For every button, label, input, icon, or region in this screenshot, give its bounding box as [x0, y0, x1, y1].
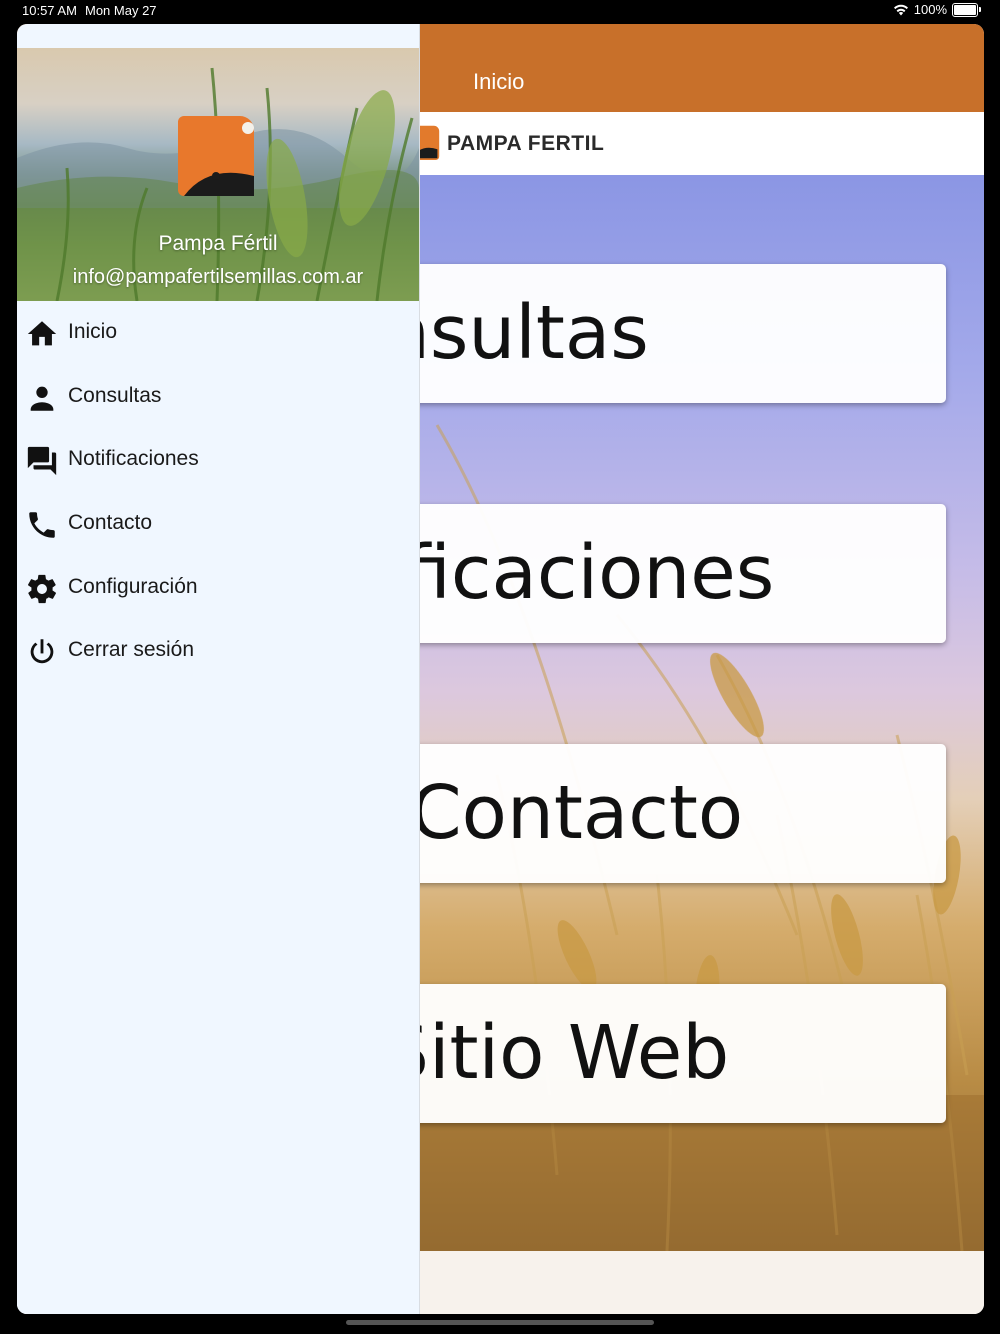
status-bar: 10:57 AM Mon May 27 100% — [0, 0, 1000, 22]
drawer-item-cerrar-sesion[interactable]: Cerrar sesión — [17, 619, 419, 683]
status-date: Mon May 27 — [85, 3, 157, 18]
drawer-item-contacto[interactable]: Contacto — [17, 492, 419, 556]
profile-email: info@pampafertilsemillas.com.ar — [72, 266, 364, 288]
navigation-drawer: Pampa Fértil info@pampafertilsemillas.co… — [17, 24, 420, 1314]
profile-logo-icon — [178, 116, 254, 196]
drawer-item-label: Cerrar sesión — [68, 638, 195, 662]
wifi-icon — [893, 4, 908, 15]
forum-icon — [27, 447, 57, 476]
card-label: Contacto — [410, 770, 744, 856]
drawer-item-notificaciones[interactable]: Notificaciones — [17, 428, 419, 492]
drawer-item-consultas[interactable]: Consultas — [17, 365, 419, 429]
battery-percent: 100% — [913, 2, 947, 17]
app-window: Inicio PAMPA FERTIL Consultas ificacione… — [17, 24, 984, 1314]
person-icon — [30, 386, 54, 411]
home-icon — [27, 321, 57, 346]
battery-icon — [952, 2, 981, 17]
card-label: Sitio Web — [382, 1010, 730, 1096]
home-indicator[interactable] — [346, 1320, 654, 1325]
status-time: 10:57 AM — [22, 3, 77, 18]
drawer-item-label: Configuración — [68, 574, 198, 598]
drawer-menu: Inicio Consultas Notificaciones Contacto… — [17, 301, 419, 683]
app-bar-title: Inicio — [473, 69, 525, 94]
phone-icon — [29, 512, 55, 538]
drawer-item-configuracion[interactable]: Configuración — [17, 556, 419, 620]
power-icon — [30, 639, 54, 664]
gear-icon — [28, 574, 56, 603]
drawer-header: Pampa Fértil info@pampafertilsemillas.co… — [17, 48, 419, 301]
status-right: 100% — [893, 2, 981, 17]
profile-name: Pampa Fértil — [158, 232, 278, 255]
drawer-item-inicio[interactable]: Inicio — [17, 301, 419, 365]
drawer-item-label: Contacto — [68, 511, 153, 535]
brand-name: PAMPA FERTIL — [447, 132, 605, 155]
drawer-top-spacer — [17, 24, 419, 48]
drawer-item-label: Consultas — [68, 383, 162, 407]
drawer-item-label: Inicio — [68, 320, 118, 343]
drawer-item-label: Notificaciones — [68, 447, 199, 471]
